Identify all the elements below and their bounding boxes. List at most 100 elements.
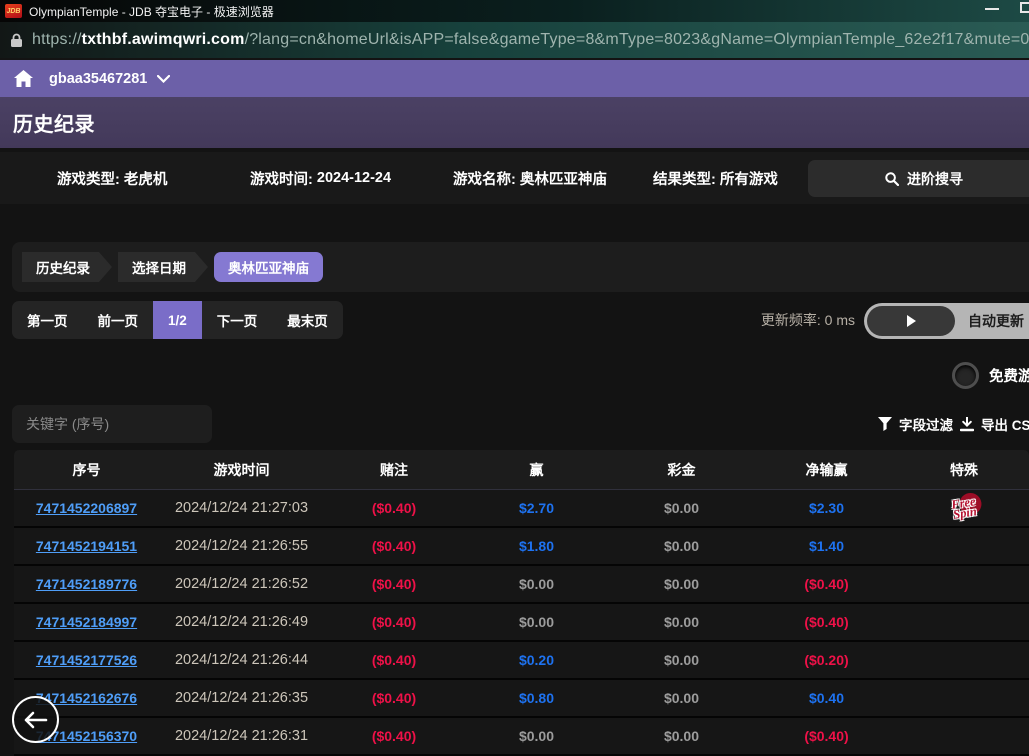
field-filter-button[interactable]: 字段过滤 [878,405,953,443]
jackpot-value: $0.00 [609,642,754,678]
free-spin-badge: FreeSpin [950,496,977,520]
current-page-indicator: 1/2 [153,301,202,339]
account-name[interactable]: gbaa35467281 [49,71,147,87]
header-time: 游戏时间 [159,450,324,489]
serial-link[interactable]: 7471452206897 [36,500,137,516]
jackpot-value: $0.00 [609,566,754,602]
game-time: 2024/12/24 21:26:44 [159,642,324,678]
table-row: 7471452184997 2024/12/24 21:26:49 ($0.40… [14,604,1029,642]
breadcrumb-game-name: 奥林匹亚神庙 [214,252,323,282]
lock-icon [10,33,23,48]
game-time: 2024/12/24 21:27:03 [159,490,324,526]
pagination: 第一页 前一页 1/2 下一页 最末页 [12,301,343,339]
net-value: $0.40 [754,680,899,716]
net-value: ($0.40) [754,604,899,640]
play-icon [907,315,916,327]
header-special: 特殊 [899,450,1029,489]
export-csv-button[interactable]: 导出 CSV [960,405,1029,443]
home-icon[interactable] [14,70,33,87]
win-value: $0.00 [464,566,609,602]
win-value: $0.00 [464,604,609,640]
window-title: OlympianTemple - JDB 夺宝电子 - 极速浏览器 [29,3,274,20]
win-value: $1.80 [464,528,609,564]
table-row: 7471452177526 2024/12/24 21:26:44 ($0.40… [14,642,1029,680]
funnel-icon [878,417,892,431]
table-row: 7471452189776 2024/12/24 21:26:52 ($0.40… [14,566,1029,604]
serial-link[interactable]: 7471452184997 [36,614,137,630]
back-button[interactable] [12,696,59,743]
next-page-button[interactable]: 下一页 [202,301,273,339]
filter-game-name[interactable]: 游戏名称: 奥林匹亚神庙 [453,152,607,204]
bet-value: ($0.40) [324,490,464,526]
advanced-search-button[interactable]: 进阶搜寻 [808,160,1029,197]
special-cell [899,528,1029,564]
jackpot-value: $0.00 [609,528,754,564]
jackpot-value: $0.00 [609,680,754,716]
table-body: 7471452206897 2024/12/24 21:27:03 ($0.40… [14,490,1029,756]
jackpot-value: $0.00 [609,490,754,526]
net-value: $2.30 [754,490,899,526]
address-bar[interactable]: https://txthbf.awimqwri.com/?lang=cn&hom… [0,22,1029,58]
game-time: 2024/12/24 21:26:35 [159,680,324,716]
chevron-down-icon[interactable] [157,75,170,83]
jackpot-value: $0.00 [609,604,754,640]
bet-value: ($0.40) [324,604,464,640]
jackpot-value: $0.00 [609,718,754,754]
jdb-favicon-icon: JDB [5,4,22,18]
special-cell [899,566,1029,602]
free-spin-label: 免费游戏 [989,365,1029,386]
maximize-button[interactable] [1020,2,1029,13]
game-time: 2024/12/24 21:26:31 [159,718,324,754]
table-row: 7471452206897 2024/12/24 21:27:03 ($0.40… [14,490,1029,528]
browser-window: JDB OlympianTemple - JDB 夺宝电子 - 极速浏览器 ht… [0,0,1029,756]
search-icon [885,172,899,186]
play-button[interactable] [867,306,955,336]
game-time: 2024/12/24 21:26:55 [159,528,324,564]
table-row: 7471452162676 2024/12/24 21:26:35 ($0.40… [14,680,1029,718]
arrow-left-icon [24,711,48,729]
bet-value: ($0.40) [324,680,464,716]
url-text[interactable]: https://txthbf.awimqwri.com/?lang=cn&hom… [32,31,1029,49]
table-row: 7471452156370 2024/12/24 21:26:31 ($0.40… [14,718,1029,756]
field-filter-label: 字段过滤 [899,414,953,434]
table-header: 序号 游戏时间 赌注 赢 彩金 净输赢 特殊 [14,450,1029,490]
net-value: $1.40 [754,528,899,564]
auto-refresh-toggle[interactable]: 自动更新 [864,303,1029,339]
bet-value: ($0.40) [324,718,464,754]
filter-game-date[interactable]: 游戏时间: 2024-12-24 [250,152,391,204]
search-input[interactable] [12,405,212,443]
refresh-rate-label: 更新频率: 0 ms [763,301,855,339]
first-page-button[interactable]: 第一页 [12,301,83,339]
bet-value: ($0.40) [324,528,464,564]
net-value: ($0.40) [754,566,899,602]
advanced-search-label: 进阶搜寻 [907,169,963,189]
bet-value: ($0.40) [324,642,464,678]
win-value: $2.70 [464,490,609,526]
window-titlebar: JDB OlympianTemple - JDB 夺宝电子 - 极速浏览器 [0,0,1029,22]
bet-value: ($0.40) [324,566,464,602]
breadcrumb-select-date[interactable]: 选择日期 [118,252,208,282]
header-bet: 赌注 [324,450,464,489]
serial-link[interactable]: 7471452194151 [36,538,137,554]
top-navbar: gbaa35467281 [0,60,1029,97]
game-time: 2024/12/24 21:26:52 [159,566,324,602]
prev-page-button[interactable]: 前一页 [83,301,154,339]
history-table: 序号 游戏时间 赌注 赢 彩金 净输赢 特殊 7471452206897 202… [14,450,1029,756]
header-net: 净输赢 [754,450,899,489]
serial-link[interactable]: 7471452189776 [36,576,137,592]
download-icon [960,417,974,432]
net-value: ($0.40) [754,718,899,754]
header-serial: 序号 [14,450,159,489]
game-time: 2024/12/24 21:26:49 [159,604,324,640]
net-value: ($0.20) [754,642,899,678]
filter-result-type[interactable]: 结果类型: 所有游戏 [653,152,778,204]
filter-game-type[interactable]: 游戏类型: 老虎机 [57,152,167,204]
free-spin-filter: 免费游戏 [952,362,1029,389]
win-value: $0.00 [464,718,609,754]
special-cell [899,680,1029,716]
serial-link[interactable]: 7471452177526 [36,652,137,668]
header-jackpot: 彩金 [609,450,754,489]
breadcrumb-history[interactable]: 历史纪录 [22,252,112,282]
free-spin-radio[interactable] [952,362,979,389]
last-page-button[interactable]: 最末页 [272,301,343,339]
